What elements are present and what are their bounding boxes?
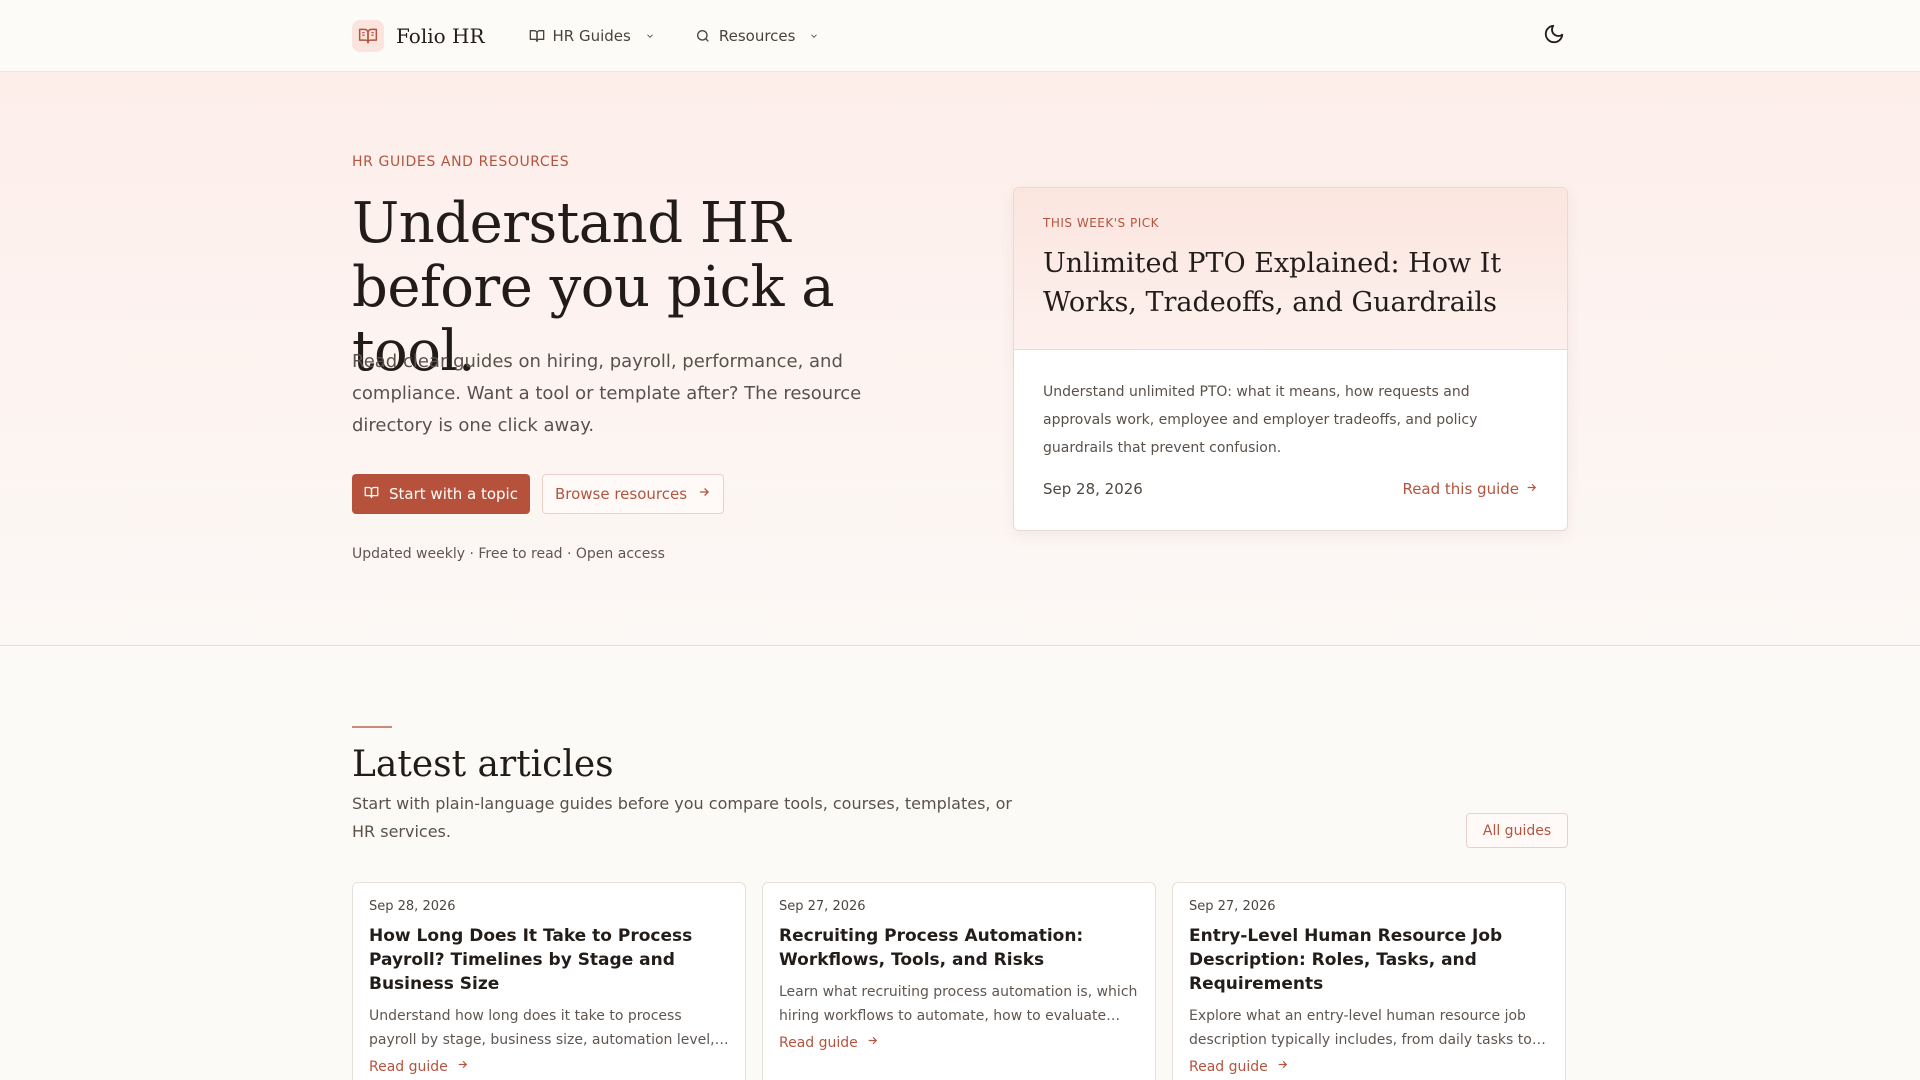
- start-with-topic-label: Start with a topic: [389, 485, 518, 503]
- read-guide-label: Read guide: [1189, 1058, 1268, 1075]
- article-excerpt: Explore what an entry-level human resour…: [1189, 1008, 1532, 1048]
- weekly-pick-header: THIS WEEK'S PICK Unlimited PTO Explained…: [1014, 188, 1567, 350]
- weekly-pick-description: Understand unlimited PTO: what it means,…: [1043, 384, 1478, 456]
- latest-articles-title: Latest articles: [352, 744, 614, 785]
- start-with-topic-button[interactable]: Start with a topic: [352, 474, 530, 514]
- read-guide-link[interactable]: Read guide: [369, 1058, 729, 1075]
- read-guide-link[interactable]: Read guide: [779, 1034, 1139, 1051]
- arrow-right-icon: [866, 1034, 879, 1051]
- brand-logo-link[interactable]: Folio HR: [352, 20, 485, 52]
- arrow-right-icon: [1525, 480, 1538, 498]
- hero-section: HR GUIDES AND RESOURCES Understand HR be…: [0, 72, 1920, 646]
- all-guides-button[interactable]: All guides: [1466, 813, 1568, 848]
- nav-resources-dropdown[interactable]: Resources: [695, 27, 820, 45]
- latest-articles-subtitle: Start with plain-language guides before …: [352, 794, 1012, 841]
- theme-toggle-button[interactable]: [1540, 22, 1568, 50]
- top-navigation-bar: Folio HR HR Guides Resources: [0, 0, 1920, 72]
- weekly-pick-body: Understand unlimited PTO: what it means,…: [1014, 350, 1567, 498]
- weekly-pick-footer: Sep 28, 2026 Read this guide: [1043, 480, 1538, 498]
- chevron-down-icon: [809, 31, 819, 41]
- browse-resources-button[interactable]: Browse resources: [542, 474, 724, 514]
- browse-resources-label: Browse resources: [554, 485, 688, 503]
- article-card[interactable]: Sep 28, 2026 How Long Does It Take to Pr…: [352, 882, 746, 1080]
- arrow-right-icon: [456, 1058, 469, 1075]
- article-card[interactable]: Sep 27, 2026 Entry-Level Human Resource …: [1172, 882, 1566, 1080]
- weekly-pick-date: Sep 28, 2026: [1043, 480, 1143, 498]
- article-date: Sep 27, 2026: [779, 899, 866, 914]
- brand-name: Folio HR: [396, 24, 485, 48]
- article-card[interactable]: Sep 27, 2026 Recruiting Process Automati…: [762, 882, 1156, 1080]
- article-excerpt: Understand how long does it take to proc…: [369, 1008, 715, 1048]
- nav-hr-guides-label: HR Guides: [552, 27, 631, 45]
- weekly-pick-card[interactable]: THIS WEEK'S PICK Unlimited PTO Explained…: [1013, 187, 1568, 531]
- arrow-right-icon: [697, 485, 711, 503]
- book-open-icon: [529, 28, 545, 44]
- weekly-pick-eyebrow: THIS WEEK'S PICK: [1043, 216, 1159, 230]
- weekly-pick-title: Unlimited PTO Explained: How It Works, T…: [1043, 248, 1502, 318]
- hero-eyebrow: HR GUIDES AND RESOURCES: [352, 154, 570, 170]
- article-card-list: Sep 28, 2026 How Long Does It Take to Pr…: [352, 882, 1566, 1080]
- moon-icon: [1543, 23, 1565, 49]
- arrow-right-icon: [1276, 1058, 1289, 1075]
- nav-resources-label: Resources: [718, 27, 796, 45]
- article-excerpt: Learn what recruiting process automation…: [779, 984, 1138, 1024]
- section-accent-divider: [352, 726, 392, 728]
- read-guide-link[interactable]: Read guide: [1189, 1058, 1549, 1075]
- open-book-logo-icon: [352, 20, 384, 52]
- article-date: Sep 27, 2026: [1189, 899, 1276, 914]
- article-title: Entry-Level Human Resource Job Descripti…: [1189, 926, 1503, 994]
- nav-hr-guides-dropdown[interactable]: HR Guides: [529, 27, 655, 45]
- read-guide-label: Read guide: [779, 1034, 858, 1051]
- hero-title-line-1: Understand HR: [352, 191, 790, 256]
- article-title: Recruiting Process Automation: Workflows…: [779, 926, 1084, 970]
- article-date: Sep 28, 2026: [369, 899, 456, 914]
- search-icon: [695, 28, 711, 44]
- book-open-icon: [364, 485, 379, 504]
- hero-meta-text: Updated weekly · Free to read · Open acc…: [352, 546, 665, 562]
- read-this-guide-label: Read this guide: [1402, 480, 1519, 498]
- hero-subtitle: Read clear guides on hiring, payroll, pe…: [352, 351, 862, 436]
- latest-articles-section: Latest articles Start with plain-languag…: [0, 646, 1920, 1080]
- chevron-down-icon: [645, 31, 655, 41]
- article-title: How Long Does It Take to Process Payroll…: [369, 926, 693, 994]
- read-this-guide-link[interactable]: Read this guide: [1402, 480, 1538, 498]
- read-guide-label: Read guide: [369, 1058, 448, 1075]
